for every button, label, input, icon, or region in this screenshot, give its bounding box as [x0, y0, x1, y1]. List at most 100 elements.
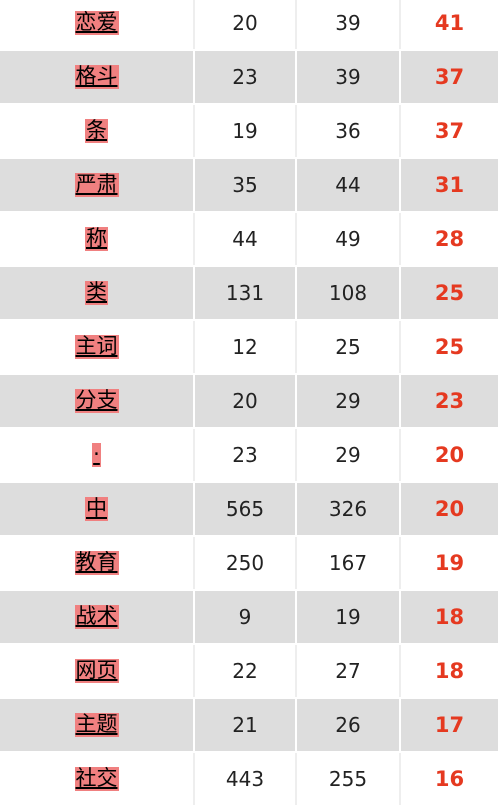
score-cell: 25 — [401, 321, 498, 373]
word-link[interactable]: · — [92, 443, 101, 467]
count-b-cell: 29 — [297, 429, 401, 481]
word-link[interactable]: 恋爱 — [74, 11, 119, 35]
score-value: 20 — [434, 497, 465, 521]
score-value: 28 — [434, 227, 465, 251]
score-value: 41 — [434, 11, 465, 35]
count-b-cell: 326 — [297, 483, 401, 535]
table-row: 类 131 108 25 — [0, 267, 498, 321]
word-cell: 主词 — [0, 321, 195, 373]
table-row: 战术 9 19 18 — [0, 591, 498, 645]
count-b-cell: 44 — [297, 159, 401, 211]
word-link[interactable]: 网页 — [74, 659, 119, 683]
count-b-cell: 36 — [297, 105, 401, 157]
word-link[interactable]: 分支 — [74, 389, 119, 413]
word-cell: 分支 — [0, 375, 195, 427]
word-cell: 教育 — [0, 537, 195, 589]
table-row: 恋爱 20 39 41 — [0, 0, 498, 51]
table-row: 条 19 36 37 — [0, 105, 498, 159]
word-cell: 恋爱 — [0, 0, 195, 49]
table-row: 社交 443 255 16 — [0, 753, 498, 807]
count-a-cell: 20 — [195, 0, 297, 49]
score-value: 19 — [434, 551, 465, 575]
score-cell: 17 — [401, 699, 498, 751]
count-b-cell: 255 — [297, 753, 401, 805]
word-cell: 战术 — [0, 591, 195, 643]
score-cell: 28 — [401, 213, 498, 265]
count-a-cell: 250 — [195, 537, 297, 589]
score-value: 25 — [434, 281, 465, 305]
score-value: 25 — [434, 335, 465, 359]
score-value: 37 — [434, 119, 465, 143]
word-link[interactable]: 条 — [85, 119, 108, 143]
score-cell: 20 — [401, 483, 498, 535]
score-cell: 25 — [401, 267, 498, 319]
count-b-cell: 29 — [297, 375, 401, 427]
count-b-cell: 25 — [297, 321, 401, 373]
table-row: 格斗 23 39 37 — [0, 51, 498, 105]
count-b-cell: 27 — [297, 645, 401, 697]
count-b-cell: 19 — [297, 591, 401, 643]
table-row: · 23 29 20 — [0, 429, 498, 483]
word-cell: 中 — [0, 483, 195, 535]
word-cell: 主题 — [0, 699, 195, 751]
count-a-cell: 131 — [195, 267, 297, 319]
count-b-cell: 49 — [297, 213, 401, 265]
table-row: 严肃 35 44 31 — [0, 159, 498, 213]
word-cell: 格斗 — [0, 51, 195, 103]
table-row: 主词 12 25 25 — [0, 321, 498, 375]
word-link[interactable]: 教育 — [74, 551, 119, 575]
score-value: 18 — [434, 659, 465, 683]
count-a-cell: 9 — [195, 591, 297, 643]
word-link[interactable]: 称 — [85, 227, 108, 251]
count-a-cell: 23 — [195, 51, 297, 103]
score-cell: 31 — [401, 159, 498, 211]
score-cell: 37 — [401, 105, 498, 157]
score-cell: 19 — [401, 537, 498, 589]
count-b-cell: 108 — [297, 267, 401, 319]
score-cell: 18 — [401, 591, 498, 643]
score-cell: 20 — [401, 429, 498, 481]
score-value: 20 — [434, 443, 465, 467]
word-link[interactable]: 中 — [85, 497, 108, 521]
count-a-cell: 44 — [195, 213, 297, 265]
count-a-cell: 22 — [195, 645, 297, 697]
keyword-table: 恋爱 20 39 41 格斗 23 39 37 条 19 36 37 严肃 35 44 31 称 44 49 28 类 1… — [0, 0, 498, 807]
score-value: 16 — [434, 767, 465, 791]
table-row: 教育 250 167 19 — [0, 537, 498, 591]
score-cell: 16 — [401, 753, 498, 805]
count-a-cell: 35 — [195, 159, 297, 211]
word-cell: 网页 — [0, 645, 195, 697]
word-link[interactable]: 主题 — [74, 713, 119, 737]
score-value: 37 — [434, 65, 465, 89]
count-b-cell: 167 — [297, 537, 401, 589]
word-cell: 条 — [0, 105, 195, 157]
count-a-cell: 19 — [195, 105, 297, 157]
count-a-cell: 565 — [195, 483, 297, 535]
word-link[interactable]: 严肃 — [74, 173, 119, 197]
score-value: 17 — [434, 713, 465, 737]
word-link[interactable]: 格斗 — [74, 65, 119, 89]
word-cell: 社交 — [0, 753, 195, 805]
count-b-cell: 26 — [297, 699, 401, 751]
word-cell: 称 — [0, 213, 195, 265]
count-a-cell: 21 — [195, 699, 297, 751]
word-cell: · — [0, 429, 195, 481]
score-cell: 18 — [401, 645, 498, 697]
word-cell: 类 — [0, 267, 195, 319]
count-a-cell: 23 — [195, 429, 297, 481]
word-cell: 严肃 — [0, 159, 195, 211]
count-a-cell: 20 — [195, 375, 297, 427]
score-cell: 23 — [401, 375, 498, 427]
table-row: 中 565 326 20 — [0, 483, 498, 537]
count-b-cell: 39 — [297, 0, 401, 49]
table-row: 网页 22 27 18 — [0, 645, 498, 699]
word-link[interactable]: 主词 — [74, 335, 119, 359]
table-row: 主题 21 26 17 — [0, 699, 498, 753]
score-value: 31 — [434, 173, 465, 197]
word-link[interactable]: 战术 — [74, 605, 119, 629]
score-value: 18 — [434, 605, 465, 629]
count-a-cell: 443 — [195, 753, 297, 805]
count-b-cell: 39 — [297, 51, 401, 103]
word-link[interactable]: 社交 — [74, 767, 119, 791]
word-link[interactable]: 类 — [85, 281, 108, 305]
